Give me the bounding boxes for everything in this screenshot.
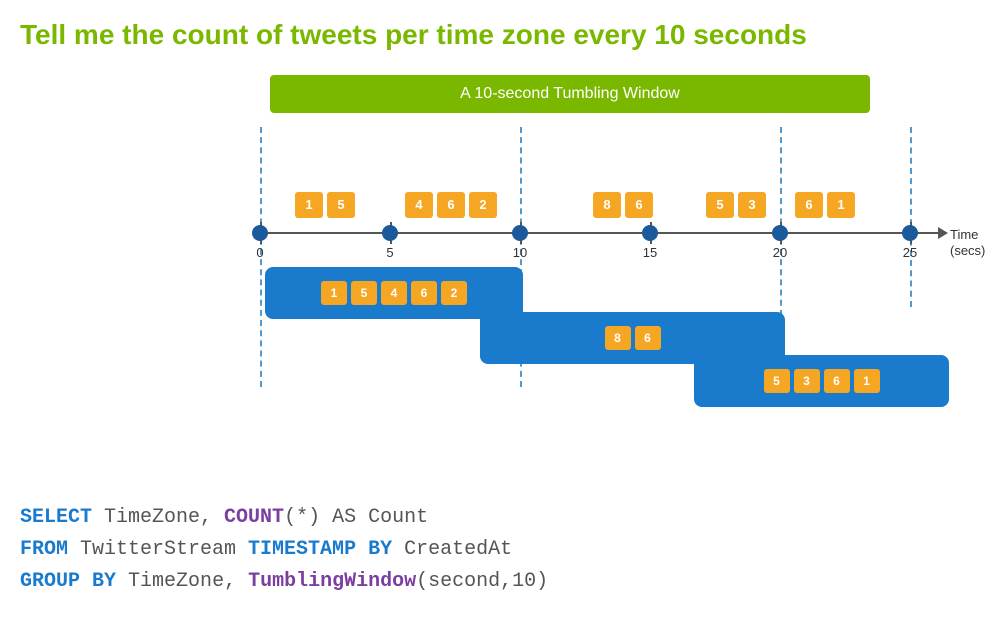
sql-line-2: FROM TwitterStream TIMESTAMP BY CreatedA… <box>20 534 548 566</box>
tweet-box: 4 <box>405 192 433 218</box>
dot-25 <box>902 225 918 241</box>
sql-count-rest: (*) AS Count <box>284 506 428 529</box>
dot-20 <box>772 225 788 241</box>
tweet-box: 2 <box>469 192 497 218</box>
bar-tweet: 4 <box>381 281 407 305</box>
sql-line-1: SELECT TimeZone, COUNT(*) AS Count <box>20 502 548 534</box>
sql-keyword-timestamp: TIMESTAMP <box>248 538 356 561</box>
timeline-axis <box>260 232 940 234</box>
bar-tweet: 6 <box>411 281 437 305</box>
tweet-box: 6 <box>625 192 653 218</box>
sql-tumbling-args: (second,10) <box>416 570 548 593</box>
sql-space <box>80 570 92 593</box>
bar-tweet: 6 <box>635 326 661 350</box>
sql-keyword-tumbling: TumblingWindow <box>248 570 416 593</box>
tick-label-5: 5 <box>386 245 393 260</box>
tick-label-25: 25 <box>903 245 917 260</box>
bar-tweet: 6 <box>824 369 850 393</box>
sql-keyword-from: FROM <box>20 538 68 561</box>
tick-label-20: 20 <box>773 245 787 260</box>
sql-keyword-count: COUNT <box>224 506 284 529</box>
tweet-box: 8 <box>593 192 621 218</box>
tweet-box: 5 <box>327 192 355 218</box>
tweet-box: 6 <box>437 192 465 218</box>
dashed-line-30 <box>910 127 912 307</box>
tweet-box: 5 <box>706 192 734 218</box>
sql-keyword-by: BY <box>368 538 392 561</box>
sql-block: SELECT TimeZone, COUNT(*) AS Count FROM … <box>20 502 548 598</box>
sql-keyword-by2: BY <box>92 570 116 593</box>
dot-5 <box>382 225 398 241</box>
sql-keyword-select: SELECT <box>20 506 92 529</box>
tick-label-0: 0 <box>256 245 263 260</box>
bar-tweet: 5 <box>764 369 790 393</box>
dot-0 <box>252 225 268 241</box>
dot-10 <box>512 225 528 241</box>
sql-timezone-label: TimeZone, <box>92 506 224 529</box>
tweet-box: 6 <box>795 192 823 218</box>
dot-15 <box>642 225 658 241</box>
tick-label-10: 10 <box>513 245 527 260</box>
tweet-box: 1 <box>827 192 855 218</box>
tick-label-15: 15 <box>643 245 657 260</box>
bar-tweet: 3 <box>794 369 820 393</box>
sql-twitterstream: TwitterStream <box>68 538 248 561</box>
bar-tweet: 5 <box>351 281 377 305</box>
window-bar-3: 5 3 6 1 <box>694 355 949 407</box>
banner: A 10-second Tumbling Window <box>270 75 870 113</box>
bar-tweet: 2 <box>441 281 467 305</box>
sql-keyword-group: GROUP <box>20 570 80 593</box>
bar-tweet: 1 <box>321 281 347 305</box>
sql-createdat: CreatedAt <box>392 538 512 561</box>
bar-tweet: 1 <box>854 369 880 393</box>
tweet-box: 1 <box>295 192 323 218</box>
sql-by-space <box>356 538 368 561</box>
bar-tweet: 8 <box>605 326 631 350</box>
window-bar-1: 1 5 4 6 2 <box>265 267 523 319</box>
tweet-box: 3 <box>738 192 766 218</box>
page-title: Tell me the count of tweets per time zon… <box>0 0 1000 62</box>
time-axis-label: Time(secs) <box>950 227 985 261</box>
sql-timezone-label2: TimeZone, <box>116 570 248 593</box>
sql-line-3: GROUP BY TimeZone, TumblingWindow(second… <box>20 566 548 598</box>
diagram-area: A 10-second Tumbling Window 1 5 4 6 2 8 … <box>0 67 1000 397</box>
